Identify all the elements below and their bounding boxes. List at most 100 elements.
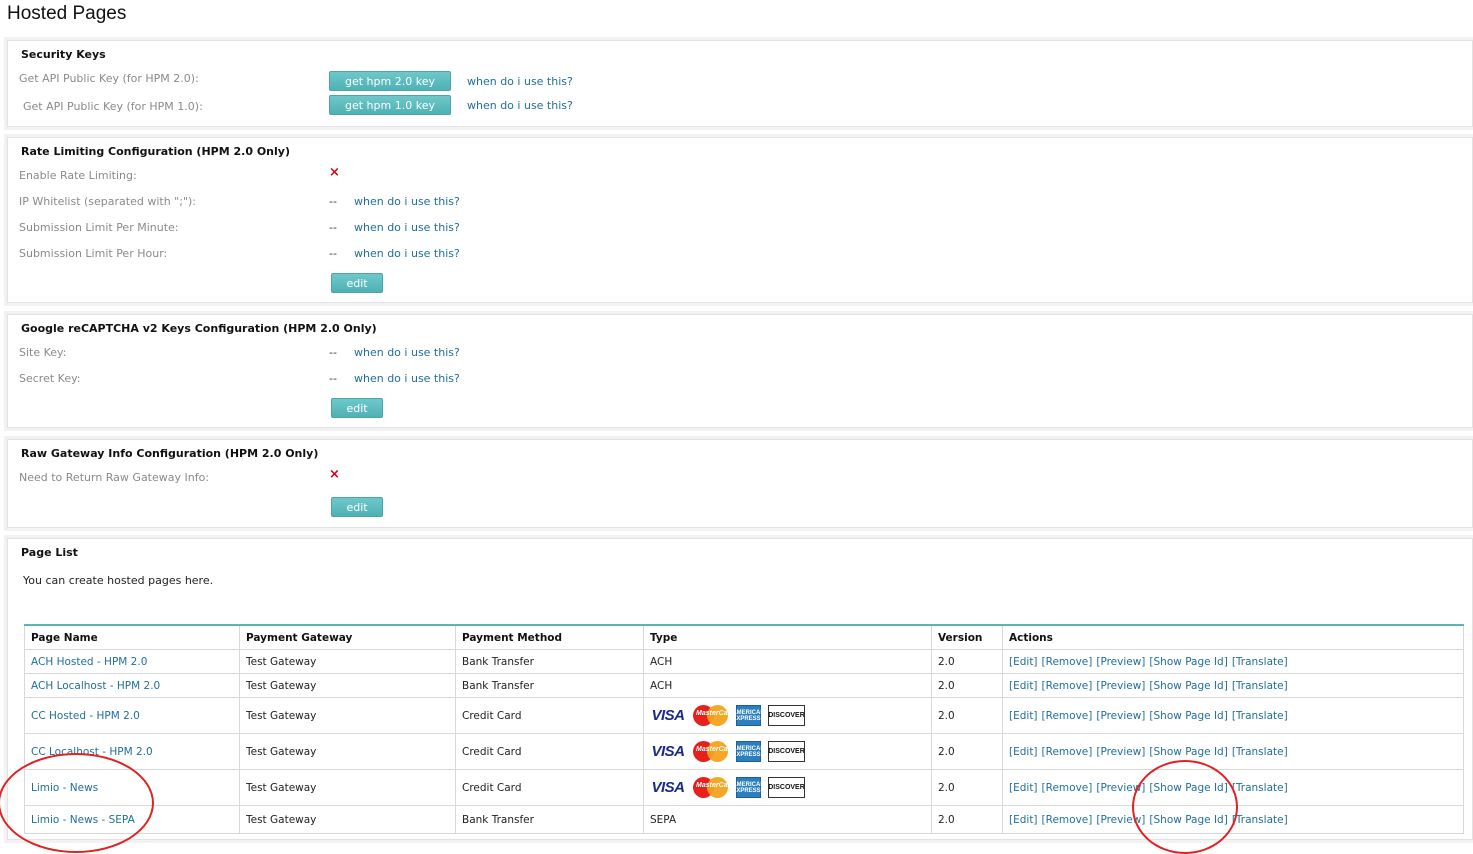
gateway-cell: Test Gateway xyxy=(239,673,456,698)
type-cell: ACH xyxy=(643,673,932,698)
card-logos: VISA MasterCard AMERICAN EXPRESS DISCOVER xyxy=(650,705,925,726)
mastercard-logo-icon: MasterCard xyxy=(693,705,735,726)
enable-rate-limiting-label: Enable Rate Limiting: xyxy=(19,169,137,182)
remove-link[interactable]: [Remove] xyxy=(1042,710,1093,722)
discover-logo-icon: DISCOVER xyxy=(768,705,805,726)
col-type: Type xyxy=(643,624,932,650)
mastercard-logo-icon: MasterCard xyxy=(693,777,735,798)
page-name-cell: ACH Hosted - HPM 2.0 xyxy=(24,649,240,674)
table-row: ACH Localhost - HPM 2.0 Test Gateway Bank … xyxy=(24,673,1464,698)
gateway-cell: Test Gateway xyxy=(239,805,456,834)
limit-per-minute-label: Submission Limit Per Minute: xyxy=(19,221,179,234)
table-row: Limio - News - SEPA Test Gateway Bank Tran… xyxy=(24,805,1464,834)
method-cell: Credit Card xyxy=(455,733,644,770)
page-name-link[interactable]: ACH Hosted - HPM 2.0 xyxy=(31,656,147,668)
page-name-cell: ACH Localhost - HPM 2.0 xyxy=(24,673,240,698)
discover-logo-icon: DISCOVER xyxy=(768,777,805,798)
help-link[interactable]: when do i use this? xyxy=(354,346,460,359)
rate-limiting-panel: Rate Limiting Configuration (HPM 2.0 Onl… xyxy=(7,137,1473,303)
help-link[interactable]: when do i use this? xyxy=(354,372,460,385)
version-cell: 2.0 xyxy=(931,805,1003,834)
remove-link[interactable]: [Remove] xyxy=(1042,656,1093,668)
help-link[interactable]: when do i use this? xyxy=(354,221,460,234)
type-cell: VISA MasterCard AMERICAN EXPRESS DISCOVER xyxy=(643,733,932,770)
help-link[interactable]: when do i use this? xyxy=(467,75,573,88)
version-cell: 2.0 xyxy=(931,697,1003,734)
panel-title: Google reCAPTCHA v2 Keys Configuration (… xyxy=(21,322,377,335)
table-row: CC Localhost - HPM 2.0 Test Gateway Credit… xyxy=(24,733,1464,770)
type-cell: VISA MasterCard AMERICAN EXPRESS DISCOVER xyxy=(643,697,932,734)
mastercard-label: MasterCard xyxy=(696,746,735,753)
mastercard-logo-icon: MasterCard xyxy=(693,741,735,762)
annotation-circle xyxy=(1132,760,1238,854)
method-cell: Bank Transfer xyxy=(455,805,644,834)
disabled-x-icon: × xyxy=(329,467,340,482)
page-name-link[interactable]: CC Hosted - HPM 2.0 xyxy=(31,710,140,722)
gateway-cell: Test Gateway xyxy=(239,733,456,770)
edit-link[interactable]: [Edit] xyxy=(1009,746,1038,758)
table-row: CC Hosted - HPM 2.0 Test Gateway Credit Ca… xyxy=(24,697,1464,734)
remove-link[interactable]: [Remove] xyxy=(1042,814,1093,826)
method-cell: Credit Card xyxy=(455,697,644,734)
hpm2-key-label: Get API Public Key (for HPM 2.0): xyxy=(19,72,199,85)
page-list-description: You can create hosted pages here. xyxy=(23,574,214,587)
gateway-cell: Test Gateway xyxy=(239,769,456,806)
mastercard-label: MasterCard xyxy=(696,710,735,717)
table-row: Limio - News Test Gateway Credit Card VISA M… xyxy=(24,769,1464,806)
edit-link[interactable]: [Edit] xyxy=(1009,814,1038,826)
page-list-panel: Page List You can create hosted pages he… xyxy=(7,538,1473,840)
method-cell: Credit Card xyxy=(455,769,644,806)
edit-button[interactable]: edit xyxy=(331,398,383,418)
method-cell: Bank Transfer xyxy=(455,649,644,674)
edit-link[interactable]: [Edit] xyxy=(1009,656,1038,668)
get-hpm2-key-button[interactable]: get hpm 2.0 key xyxy=(329,71,451,91)
card-logos: VISA MasterCard AMERICAN EXPRESS DISCOVER xyxy=(650,777,925,798)
page-name-link[interactable]: ACH Localhost - HPM 2.0 xyxy=(31,680,160,692)
translate-link[interactable]: [Translate] xyxy=(1232,656,1288,668)
ip-whitelist-value: -- xyxy=(329,195,337,208)
edit-link[interactable]: [Edit] xyxy=(1009,680,1038,692)
visa-logo-icon: VISA xyxy=(651,743,685,760)
preview-link[interactable]: [Preview] xyxy=(1096,710,1145,722)
table-row: ACH Hosted - HPM 2.0 Test Gateway Bank Tra… xyxy=(24,649,1464,674)
secret-key-value: -- xyxy=(329,372,337,385)
actions-cell: [Edit] [Remove] [Preview] [Show Page Id] [Tr… xyxy=(1002,733,1464,770)
actions-cell: [Edit] [Remove] [Preview] [Show Page Id] [Tr… xyxy=(1002,673,1464,698)
get-hpm1-key-button[interactable]: get hpm 1.0 key xyxy=(329,95,451,115)
version-cell: 2.0 xyxy=(931,733,1003,770)
limit-per-hour-label: Submission Limit Per Hour: xyxy=(19,247,168,260)
edit-link[interactable]: [Edit] xyxy=(1009,782,1038,794)
gateway-cell: Test Gateway xyxy=(239,697,456,734)
help-link[interactable]: when do i use this? xyxy=(354,247,460,260)
translate-link[interactable]: [Translate] xyxy=(1232,710,1288,722)
edit-button[interactable]: edit xyxy=(331,497,383,517)
show-page-id-link[interactable]: [Show Page Id] xyxy=(1149,680,1227,692)
remove-link[interactable]: [Remove] xyxy=(1042,782,1093,794)
limit-per-minute-value: -- xyxy=(329,221,337,234)
translate-link[interactable]: [Translate] xyxy=(1232,746,1288,758)
preview-link[interactable]: [Preview] xyxy=(1096,656,1145,668)
translate-link[interactable]: [Translate] xyxy=(1232,782,1288,794)
amex-logo-icon: AMERICAN EXPRESS xyxy=(732,705,765,726)
translate-link[interactable]: [Translate] xyxy=(1232,680,1288,692)
remove-link[interactable]: [Remove] xyxy=(1042,746,1093,758)
method-cell: Bank Transfer xyxy=(455,673,644,698)
actions-cell: [Edit] [Remove] [Preview] [Show Page Id] [Tr… xyxy=(1002,649,1464,674)
col-page-name: Page Name xyxy=(24,624,240,650)
show-page-id-link[interactable]: [Show Page Id] xyxy=(1149,746,1227,758)
remove-link[interactable]: [Remove] xyxy=(1042,680,1093,692)
translate-link[interactable]: [Translate] xyxy=(1232,814,1288,826)
help-link[interactable]: when do i use this? xyxy=(467,99,573,112)
site-key-value: -- xyxy=(329,346,337,359)
edit-link[interactable]: [Edit] xyxy=(1009,710,1038,722)
preview-link[interactable]: [Preview] xyxy=(1096,680,1145,692)
show-page-id-link[interactable]: [Show Page Id] xyxy=(1149,710,1227,722)
panel-title: Raw Gateway Info Configuration (HPM 2.0 … xyxy=(21,447,319,460)
col-version: Version xyxy=(931,624,1003,650)
raw-gateway-label: Need to Return Raw Gateway Info: xyxy=(19,471,210,484)
help-link[interactable]: when do i use this? xyxy=(354,195,460,208)
limit-per-hour-value: -- xyxy=(329,247,337,260)
edit-button[interactable]: edit xyxy=(331,273,383,293)
preview-link[interactable]: [Preview] xyxy=(1096,746,1145,758)
show-page-id-link[interactable]: [Show Page Id] xyxy=(1149,656,1227,668)
